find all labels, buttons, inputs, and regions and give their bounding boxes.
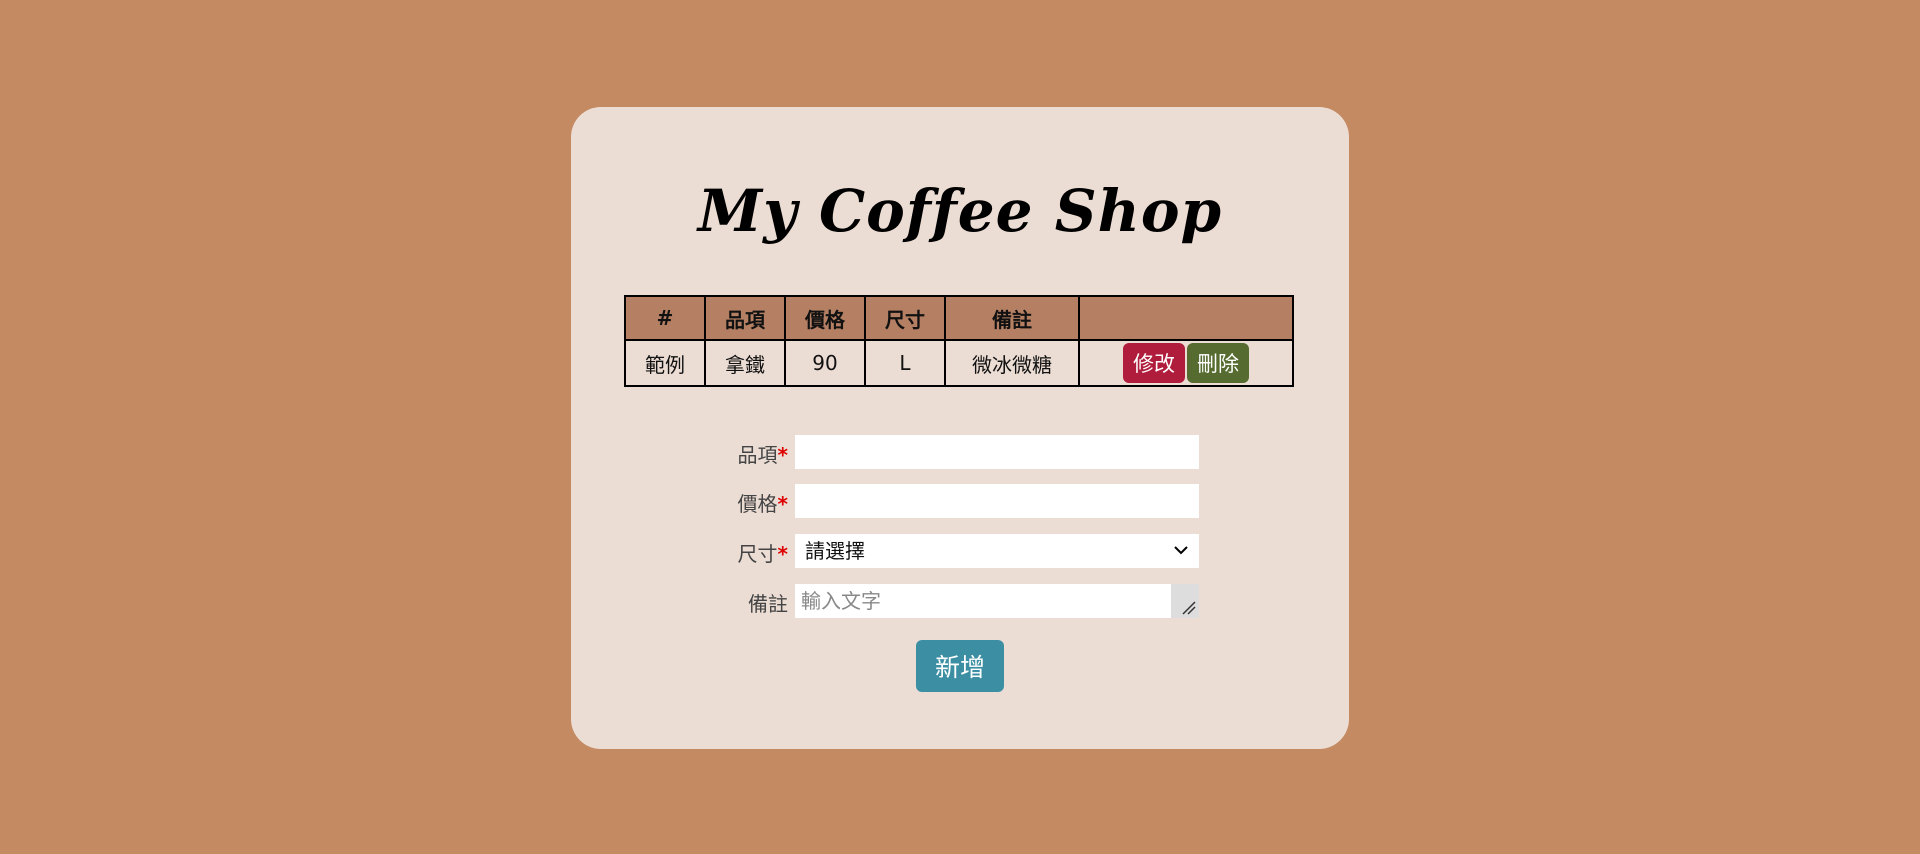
page-title: My Coffee Shop	[697, 177, 1223, 245]
note-textarea[interactable]: 輸入文字	[795, 584, 1199, 618]
add-button[interactable]: 新增	[916, 640, 1004, 692]
resize-grip-icon	[1182, 601, 1196, 615]
column-header-actions	[1078, 295, 1294, 341]
table-header-row: # 品項 價格 尺寸 備註	[624, 295, 1294, 341]
size-label: 尺寸*	[726, 538, 788, 567]
required-mark: *	[777, 443, 788, 467]
delete-button[interactable]: 刪除	[1187, 343, 1249, 383]
cell-actions: 修改 刪除	[1078, 339, 1294, 387]
price-label-text: 價格	[737, 492, 778, 516]
cell-note: 微冰微糖	[944, 339, 1080, 387]
column-header-note: 備註	[944, 295, 1080, 341]
cell-id: 範例	[624, 339, 706, 387]
required-mark: *	[777, 492, 788, 516]
required-mark: *	[777, 542, 788, 566]
cell-price: 90	[784, 339, 866, 387]
table-row: 範例 拿鐵 90 L 微冰微糖 修改 刪除	[624, 339, 1294, 387]
item-label-text: 品項	[737, 443, 778, 467]
size-selected-value: 請選擇	[805, 539, 865, 563]
form-row-price: 價格*	[726, 484, 1206, 518]
item-input[interactable]	[795, 435, 1199, 469]
form-row-size: 尺寸* 請選擇	[726, 534, 1206, 568]
menu-table: # 品項 價格 尺寸 備註 範例 拿鐵 90 L 微冰微糖 修改 刪除	[624, 295, 1294, 387]
size-label-text: 尺寸	[737, 542, 778, 566]
edit-button[interactable]: 修改	[1123, 343, 1185, 383]
cell-size: L	[864, 339, 946, 387]
column-header-price: 價格	[784, 295, 866, 341]
chevron-down-icon	[1174, 546, 1188, 555]
column-header-item: 品項	[704, 295, 786, 341]
note-label: 備註	[726, 588, 788, 617]
size-select[interactable]: 請選擇	[795, 534, 1199, 568]
price-input[interactable]	[795, 484, 1199, 518]
price-label: 價格*	[726, 488, 788, 517]
item-label: 品項*	[726, 439, 788, 468]
form-row-note: 備註 輸入文字	[726, 584, 1206, 618]
cell-item: 拿鐵	[704, 339, 786, 387]
coffee-shop-card: My Coffee Shop # 品項 價格 尺寸 備註 範例 拿鐵 90 L …	[571, 107, 1349, 749]
form-row-item: 品項*	[726, 435, 1206, 469]
column-header-id: #	[624, 295, 706, 341]
column-header-size: 尺寸	[864, 295, 946, 341]
note-label-text: 備註	[748, 592, 788, 616]
note-placeholder: 輸入文字	[801, 589, 881, 613]
resize-handle[interactable]	[1171, 584, 1199, 618]
